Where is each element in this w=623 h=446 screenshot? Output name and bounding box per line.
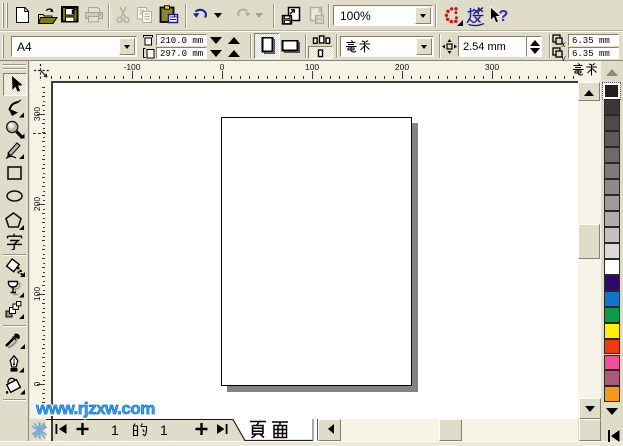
- svg-text:?: ?: [499, 8, 509, 25]
- svg-text:x: x: [561, 39, 566, 47]
- svg-text:y: y: [561, 53, 566, 61]
